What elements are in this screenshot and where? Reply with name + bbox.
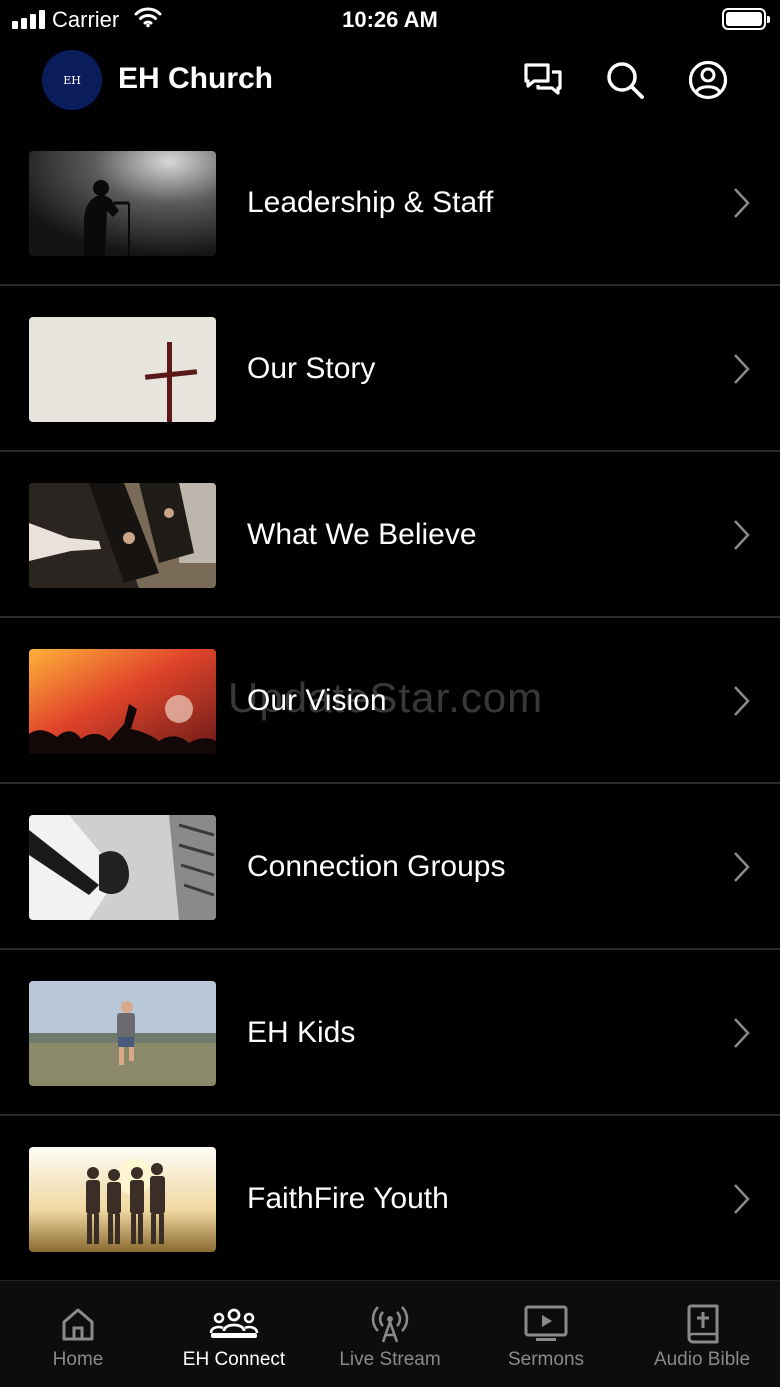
- chevron-right-icon: [732, 187, 750, 224]
- list-item[interactable]: Our Story: [0, 286, 780, 452]
- tab-label: Live Stream: [339, 1349, 441, 1370]
- youth-group-sunset-image: [29, 1147, 216, 1252]
- list-item[interactable]: EH Kids: [0, 950, 780, 1116]
- child-running-image: [29, 981, 216, 1086]
- list-item-label: EH Kids: [247, 1016, 356, 1049]
- broadcast-icon: [370, 1303, 410, 1345]
- list-item-label: Our Story: [247, 352, 376, 385]
- people-icon: [209, 1303, 259, 1345]
- chevron-right-icon: [732, 685, 750, 722]
- tab-eh-connect[interactable]: EH Connect: [156, 1281, 312, 1387]
- tv-play-icon: [524, 1303, 568, 1345]
- tab-bar: Home EH Connect Live Stream Sermons Audi…: [0, 1280, 780, 1387]
- list-item-label: Our Vision: [247, 684, 387, 717]
- list-item[interactable]: Our Vision: [0, 618, 780, 784]
- wooden-cross-image: [29, 317, 216, 422]
- list-item-label: FaithFire Youth: [247, 1182, 449, 1215]
- chevron-right-icon: [732, 851, 750, 888]
- tab-label: Home: [52, 1349, 104, 1370]
- list-item-label: Leadership & Staff: [247, 186, 494, 219]
- tab-label: EH Connect: [182, 1349, 286, 1370]
- holding-hands-image: [29, 815, 216, 920]
- tab-sermons[interactable]: Sermons: [468, 1281, 624, 1387]
- tab-label: Audio Bible: [653, 1349, 751, 1370]
- tab-home[interactable]: Home: [0, 1281, 156, 1387]
- worship-hands-image: [29, 483, 216, 588]
- list-item[interactable]: Connection Groups: [0, 784, 780, 950]
- list-item-label: What We Believe: [247, 518, 477, 551]
- list-item[interactable]: FaithFire Youth: [0, 1116, 780, 1282]
- page-title: EH Church: [118, 62, 274, 95]
- chevron-right-icon: [732, 519, 750, 556]
- tab-audio-bible[interactable]: Audio Bible: [624, 1281, 780, 1387]
- profile-icon[interactable]: [686, 58, 730, 102]
- chevron-right-icon: [732, 1017, 750, 1054]
- menu-list: Leadership & Staff Our Story What We Bel…: [0, 120, 780, 1282]
- list-item[interactable]: What We Believe: [0, 452, 780, 618]
- status-bar: Carrier 10:26 AM: [0, 0, 780, 40]
- list-item-label: Connection Groups: [247, 850, 506, 883]
- status-time: 10:26 AM: [342, 7, 438, 32]
- search-icon[interactable]: [603, 58, 647, 102]
- tab-label: Sermons: [507, 1349, 585, 1370]
- chevron-right-icon: [732, 1183, 750, 1220]
- concert-crowd-image: [29, 649, 216, 754]
- tab-live-stream[interactable]: Live Stream: [312, 1281, 468, 1387]
- battery-icon: [722, 8, 770, 30]
- list-item[interactable]: Leadership & Staff: [0, 120, 780, 286]
- chat-icon[interactable]: [521, 58, 565, 102]
- church-logo[interactable]: EH: [42, 50, 102, 110]
- home-icon: [60, 1303, 96, 1345]
- singer-on-stage-image: [29, 151, 216, 256]
- logo-text: EH: [63, 73, 81, 87]
- app-header: EH EH Church: [0, 44, 780, 116]
- chevron-right-icon: [732, 353, 750, 390]
- bible-icon: [685, 1303, 719, 1345]
